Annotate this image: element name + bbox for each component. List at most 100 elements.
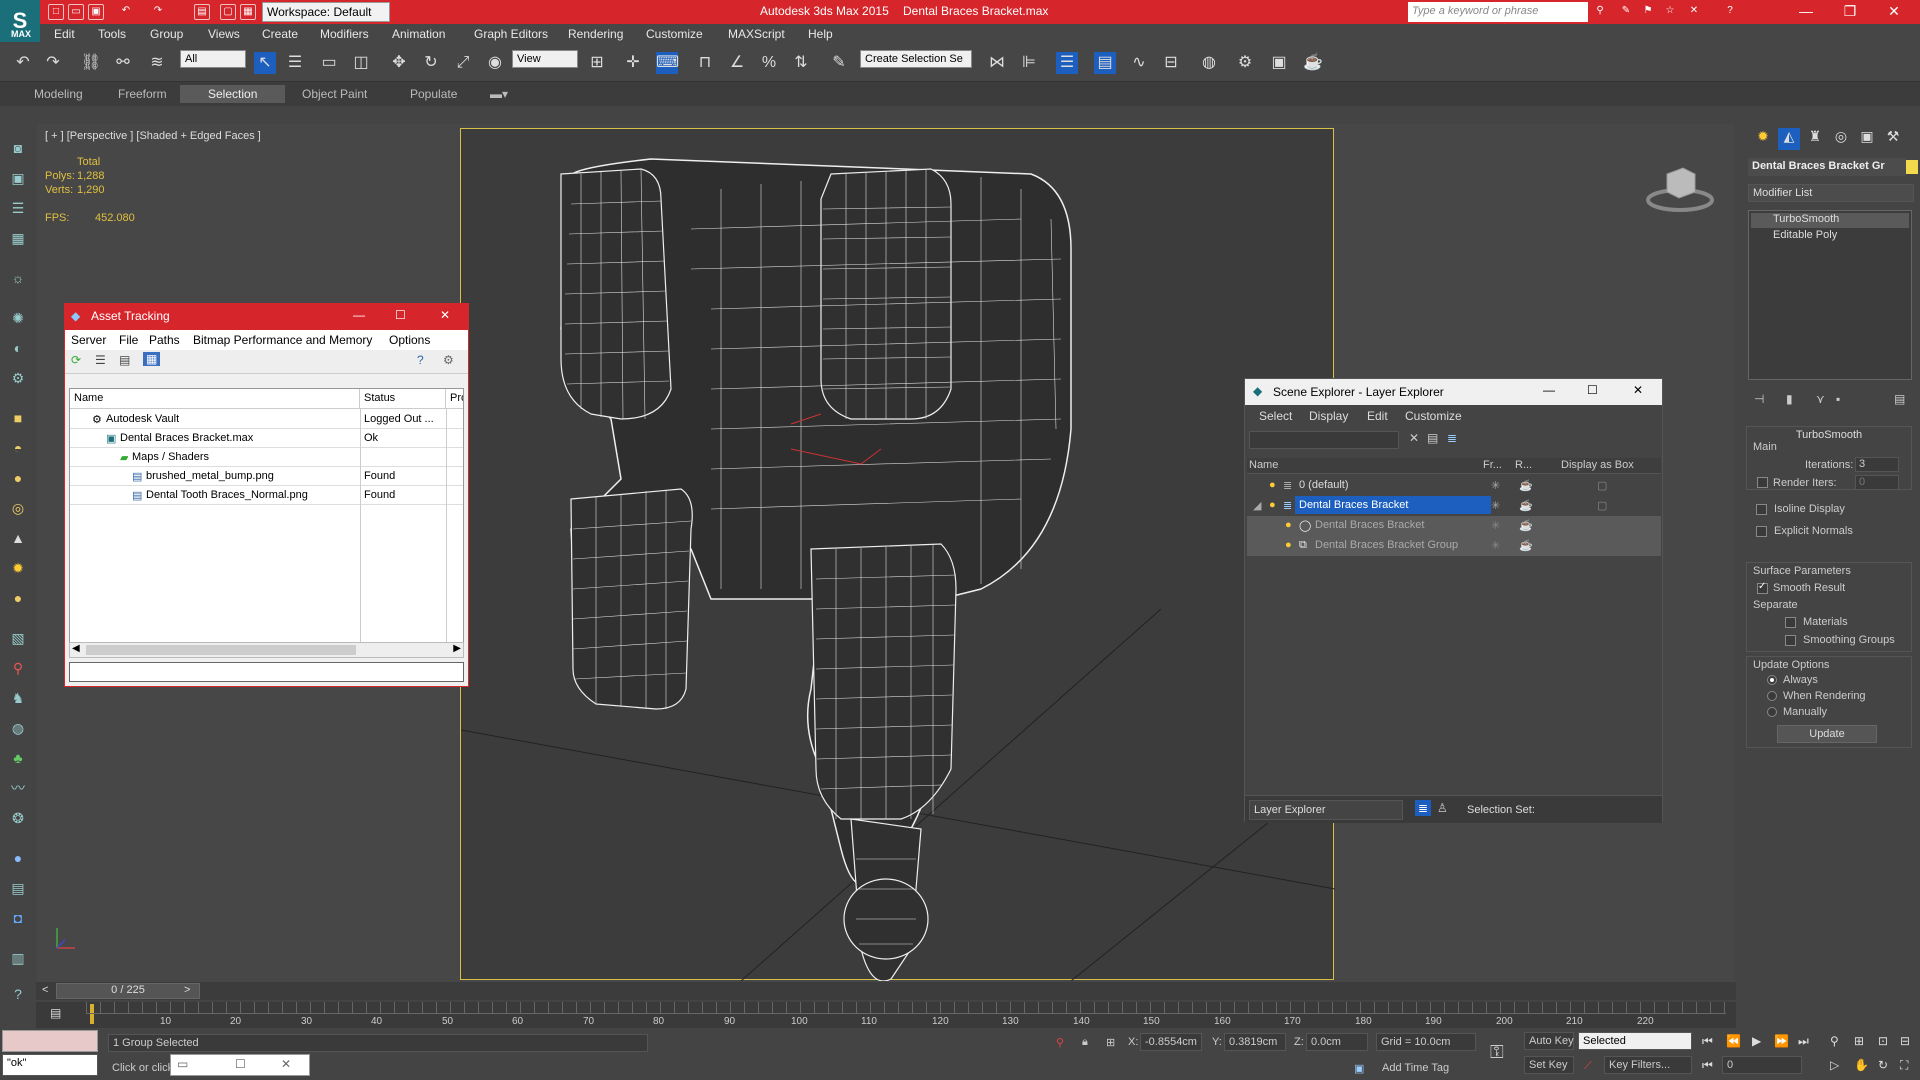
help-circle-icon[interactable]: ?	[8, 984, 28, 1004]
bulb-icon[interactable]: ●	[1285, 519, 1292, 531]
menu-modifiers[interactable]: Modifiers	[320, 27, 369, 41]
freeze-icon[interactable]: ✳	[1491, 479, 1500, 492]
edit-named-sets-icon[interactable]: ✎	[828, 52, 850, 74]
menu-graph-editors[interactable]: Graph Editors	[474, 27, 548, 41]
menu-group[interactable]: Group	[150, 27, 183, 41]
grid-icon[interactable]: ▦	[8, 228, 28, 248]
binoculars-icon[interactable]: ⚲	[1592, 4, 1608, 20]
key-icon[interactable]: ⚿	[1490, 1042, 1504, 1063]
menu-display[interactable]: Display	[1309, 409, 1348, 423]
explicit-normals-checkbox[interactable]	[1756, 526, 1767, 537]
menu-animation[interactable]: Animation	[392, 27, 445, 41]
cloth-icon[interactable]: ❂	[8, 808, 28, 828]
scroll-left-icon[interactable]: ◀	[72, 643, 80, 654]
track-bar[interactable]: ▤ 10 20 30 40 50 60 70 80 90 100 110 120…	[36, 1002, 1736, 1028]
rendered-frame-icon[interactable]: ▣	[1268, 52, 1290, 74]
zoom-all-icon[interactable]: ⊞	[1854, 1034, 1864, 1048]
when-rendering-radio[interactable]	[1767, 691, 1777, 701]
create-tab-icon[interactable]: ✹	[1752, 128, 1774, 150]
utilities-tab-icon[interactable]: ⚒	[1882, 128, 1904, 150]
graphite-toggle-icon[interactable]: ▤	[1094, 52, 1116, 74]
maximize-icon[interactable]: ☐	[395, 308, 406, 322]
scene-explorer-titlebar[interactable]: ◆ Scene Explorer - Layer Explorer — ☐ ✕	[1245, 379, 1662, 405]
plant-icon[interactable]: ♣	[8, 748, 28, 768]
column-header-freeze[interactable]: Fr...	[1483, 459, 1502, 471]
favorites-icon[interactable]: ☆	[1662, 4, 1678, 20]
menu-edit[interactable]: Edit	[54, 27, 75, 41]
named-selection-dropdown[interactable]: Create Selection Se	[860, 50, 972, 68]
communication-icon[interactable]: ⚑	[1640, 4, 1656, 20]
menu-options[interactable]: Options	[389, 333, 430, 347]
menu-create[interactable]: Create	[262, 27, 298, 41]
selection-filter-dropdown[interactable]: All	[180, 50, 246, 68]
project-folder-icon[interactable]: ▤	[194, 4, 210, 20]
expand-arrow-icon[interactable]: ◢	[1253, 499, 1261, 512]
object-color-swatch[interactable]	[1906, 160, 1918, 174]
maximize-viewport-icon[interactable]: ⛶	[1900, 1058, 1908, 1073]
z-coordinate[interactable]: 0.0cm	[1306, 1033, 1368, 1051]
prev-frame-icon[interactable]: <	[42, 984, 48, 996]
restore-icon[interactable]: ☐	[235, 1057, 246, 1071]
curve-editor-icon[interactable]: ∿	[1128, 52, 1150, 74]
close-icon[interactable]: ✕	[440, 308, 450, 322]
render-icon[interactable]: ☕	[1302, 52, 1324, 74]
display-tab-icon[interactable]: ▣	[1856, 128, 1878, 150]
percent-snap-icon[interactable]: %	[758, 52, 780, 74]
scene-explorer-window[interactable]: ◆ Scene Explorer - Layer Explorer — ☐ ✕ …	[1244, 378, 1663, 823]
manipulate-icon[interactable]: ✛	[622, 52, 644, 74]
pan-icon[interactable]: ✋	[1854, 1058, 1869, 1072]
pivot-center-icon[interactable]: ⊞	[586, 52, 608, 74]
torus-icon[interactable]: ◎	[8, 498, 28, 518]
select-by-name-icon[interactable]: ☰	[284, 52, 306, 74]
always-radio[interactable]	[1767, 675, 1777, 685]
materials-checkbox[interactable]	[1785, 617, 1796, 628]
box-display-icon[interactable]: ▢	[1597, 479, 1607, 492]
time-slider-thumb[interactable]: 0 / 225	[56, 983, 200, 999]
auto-key-button[interactable]: Auto Key	[1524, 1032, 1574, 1050]
material-editor-icon[interactable]: ◍	[1198, 52, 1220, 74]
sphere-icon[interactable]: ●	[8, 468, 28, 488]
rect-region-icon[interactable]: ▭	[318, 52, 340, 74]
tab-freeform[interactable]: Freeform	[118, 87, 167, 101]
minimize-icon[interactable]: —	[353, 308, 365, 322]
undo-icon[interactable]: ↶	[12, 52, 34, 74]
lock-selection-icon[interactable]: 🔒︎	[1082, 1036, 1088, 1049]
freeze-icon[interactable]: ✳	[1491, 499, 1500, 512]
next-key-icon[interactable]: ⏩	[1774, 1034, 1789, 1048]
menu-tools[interactable]: Tools	[98, 27, 126, 41]
box-display-icon[interactable]: ▢	[1597, 499, 1607, 512]
table-row[interactable]: ▤ brushed_metal_bump.png Found	[70, 467, 463, 486]
isolate-icon[interactable]: ⚲	[1056, 1036, 1064, 1049]
go-to-end-icon[interactable]: ⏭	[1798, 1034, 1809, 1049]
link-icon[interactable]: ⛓	[80, 52, 102, 74]
workspace-dropdown[interactable]: Workspace: Default	[262, 2, 390, 22]
layout-icon[interactable]: ▢	[220, 4, 236, 20]
freeze-icon[interactable]: ✳	[1491, 539, 1500, 552]
open-file-icon[interactable]: ▭	[68, 4, 84, 20]
new-file-icon[interactable]: □	[48, 4, 64, 20]
menu-customize[interactable]: Customize	[646, 27, 703, 41]
object-row[interactable]: ● ◯ Dental Braces Bracket ✳ ☕	[1247, 516, 1661, 536]
y-coordinate[interactable]: 0.3819cm	[1224, 1033, 1286, 1051]
refresh-icon[interactable]: ⟳	[71, 353, 81, 367]
modifier-list-dropdown[interactable]: Modifier List	[1748, 184, 1914, 202]
scene-search-input[interactable]	[1249, 431, 1399, 449]
unlink-icon[interactable]: ⚯	[112, 52, 134, 74]
ball-icon[interactable]: ●	[8, 848, 28, 868]
maxscript-listener-pink[interactable]	[2, 1030, 98, 1052]
iterations-spinner[interactable]: 3	[1855, 457, 1899, 472]
layers-icon[interactable]: ≣	[1447, 431, 1457, 445]
bulb-icon[interactable]: ●	[1269, 499, 1276, 511]
asset-path-field[interactable]	[69, 662, 464, 682]
remove-modifier-icon[interactable]: ▪	[1836, 392, 1840, 406]
close-icon[interactable]: ✕	[1633, 383, 1643, 397]
object-name-field[interactable]: Dental Braces Bracket Gr	[1748, 158, 1906, 176]
motion-tab-icon[interactable]: ◎	[1830, 128, 1852, 150]
menu-help[interactable]: Help	[808, 27, 833, 41]
menu-select[interactable]: Select	[1259, 409, 1292, 423]
hierarchy-mode-icon[interactable]: ♙	[1437, 801, 1448, 815]
render-iters-spinner[interactable]: 0	[1855, 475, 1899, 490]
mirror-icon[interactable]: ⋈	[986, 52, 1008, 74]
go-to-start-icon[interactable]: ⏮	[1702, 1034, 1713, 1049]
app-logo[interactable]: S MAX	[0, 0, 40, 42]
